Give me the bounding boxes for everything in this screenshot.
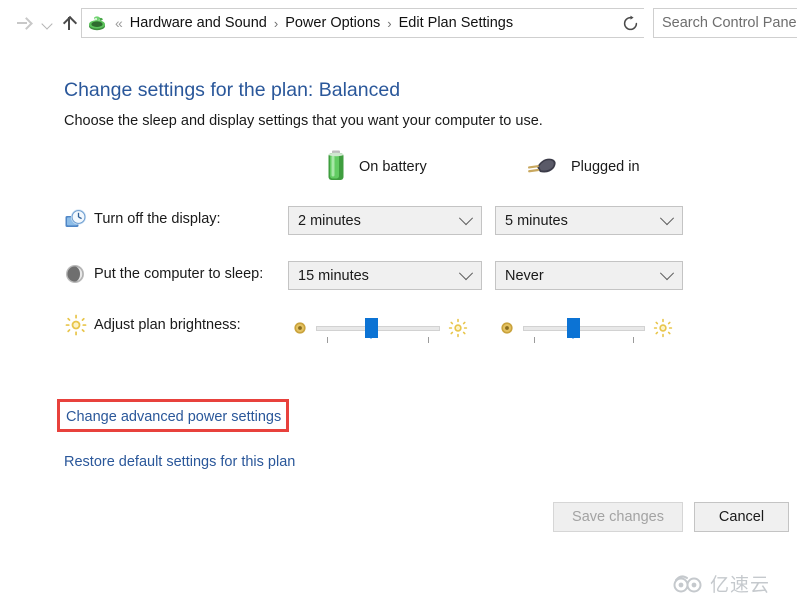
chevron-down-icon [458,265,474,280]
save-changes-button[interactable]: Save changes [553,502,683,532]
watermark-logo-icon [673,574,702,592]
setting-row-adjust-plan-brightness: Adjust plan brightness: [64,310,724,344]
setting-row-put-computer-to-sleep: Put the computer to sleep: 15 minutes Ne… [64,259,724,293]
slider-tick [534,337,535,343]
column-label-plugged-in: Plugged in [571,159,640,175]
column-header-plugged-in: Plugged in [525,150,640,184]
setting-label-turn-off-display: Turn off the display: [94,211,221,227]
chevron-down-icon [458,210,474,225]
brightness-sun-icon [64,313,88,337]
arrow-up-icon [61,15,77,31]
breadcrumb-edit-plan-settings[interactable]: Edit Plan Settings [399,15,513,31]
power-plug-icon [525,153,559,182]
breadcrumb-separator-2[interactable]: › [380,16,398,31]
refresh-icon [623,15,637,30]
bright-sun-icon [448,318,468,338]
link-restore-default-settings[interactable]: Restore default settings for this plan [64,454,295,470]
search-input[interactable]: Search Control Panel [654,15,797,31]
dropdown-display-plugged-in[interactable]: 5 minutes [495,206,683,235]
slider-thumb-plugged-in[interactable] [567,318,580,339]
dim-sun-icon [292,320,308,336]
address-bar[interactable]: « Hardware and Sound › Power Options › E… [81,8,644,38]
content-area: Change settings for the plan: Balanced C… [0,46,797,596]
navigation-bar: « Hardware and Sound › Power Options › E… [0,0,797,46]
breadcrumb-power-options[interactable]: Power Options [285,15,380,31]
dropdown-sleep-plugged-in-value: Never [505,267,544,284]
link-change-advanced-power-settings[interactable]: Change advanced power settings [66,409,281,425]
chevron-down-icon [659,265,675,280]
slider-track-plugged-in[interactable] [523,326,645,331]
refresh-button[interactable] [616,9,644,37]
dropdown-display-on-battery[interactable]: 2 minutes [288,206,482,235]
slider-tick [428,337,429,343]
battery-icon [325,149,347,186]
page-title: Change settings for the plan: Balanced [64,79,401,101]
setting-label-put-computer-to-sleep: Put the computer to sleep: [94,266,264,282]
page-subtitle: Choose the sleep and display settings th… [64,113,543,129]
address-double-chevron: « [115,15,123,31]
setting-label-adjust-plan-brightness: Adjust plan brightness: [94,317,241,333]
slider-thumb-on-battery[interactable] [365,318,378,339]
dropdown-sleep-on-battery[interactable]: 15 minutes [288,261,482,290]
cancel-button[interactable]: Cancel [694,502,789,532]
watermark-text: 亿速云 [710,575,771,596]
slider-tick [633,337,634,343]
column-label-on-battery: On battery [359,159,427,175]
slider-track-on-battery[interactable] [316,326,440,331]
forward-arrow-icon [16,16,31,31]
bright-sun-icon [653,318,673,338]
forward-button[interactable] [10,10,36,36]
dropdown-display-on-battery-value: 2 minutes [298,212,361,229]
slider-brightness-on-battery[interactable] [288,310,482,344]
slider-brightness-plugged-in[interactable] [495,310,683,344]
up-one-level-button[interactable] [56,10,82,36]
chevron-down-icon [42,20,53,27]
control-panel-power-icon [86,12,108,34]
dropdown-sleep-on-battery-value: 15 minutes [298,267,369,284]
sleep-moon-icon [64,262,88,286]
dim-sun-icon [499,320,515,336]
setting-row-turn-off-display: Turn off the display: 2 minutes 5 minute… [64,204,724,238]
display-clock-icon [64,207,88,231]
slider-tick [327,337,328,343]
dropdown-display-plugged-in-value: 5 minutes [505,212,568,229]
watermark: 亿速云 [672,570,770,597]
column-header-on-battery: On battery [325,150,427,184]
breadcrumb-separator-1[interactable]: › [267,16,285,31]
footer-divider [0,486,797,487]
chevron-down-icon [659,210,675,225]
search-control-panel-box[interactable]: Search Control Panel [653,8,797,38]
breadcrumb-hardware-and-sound[interactable]: Hardware and Sound [130,15,267,31]
dropdown-sleep-plugged-in[interactable]: Never [495,261,683,290]
